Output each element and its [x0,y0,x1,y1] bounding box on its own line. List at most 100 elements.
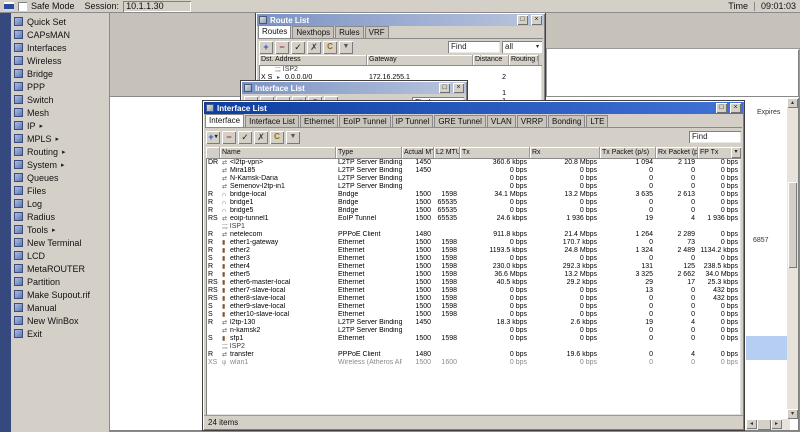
interface-row[interactable]: R ∩ bridge-local Bridge 1500 1598 34.1 Mbps 13.… [206,191,741,199]
sidebar-item-wireless[interactable]: Wireless [11,54,109,67]
sidebar-item-system[interactable]: System ▸ [11,158,109,171]
sidebar-item-quick-set[interactable]: Quick Set [11,15,109,28]
column-header-gateway[interactable]: Gateway [367,55,473,65]
disable-button[interactable]: ✗ [254,130,268,144]
sidebar-item-lcd[interactable]: LCD [11,249,109,262]
sidebar-item-mpls[interactable]: MPLS ▸ [11,132,109,145]
enable-button[interactable]: ✓ [291,40,305,54]
column-header-actual-mtu[interactable]: Actual MTU [402,147,434,158]
interface-row[interactable]: R ∩ bridge5 Bridge 1500 65535 0 bps 0 bps 0 0 0 bp… [206,207,741,215]
interface-row[interactable]: ⇄ Semenov-l2tp-in1 L2TP Server Binding 0 bp… [206,183,741,191]
filter-scope-select[interactable]: all ▾ [502,41,542,53]
selected-row[interactable] [746,344,790,352]
remove-button[interactable]: − [222,130,236,144]
sidebar-item-bridge[interactable]: Bridge [11,67,109,80]
scroll-right-icon[interactable]: ▸ [771,419,782,429]
tab-nexthops[interactable]: Nexthops [292,26,335,38]
tab-ethernet[interactable]: Ethernet [299,115,339,127]
sidebar-item-make-supout-rif[interactable]: Make Supout.rif [11,288,109,301]
interface-row[interactable]: ⇄ n-kamsk2 L2TP Server Binding 0 bps 0 bps 0 0… [206,327,741,335]
sidebar-item-ppp[interactable]: PPP [11,80,109,93]
sidebar-item-mesh[interactable]: Mesh [11,106,109,119]
winbox-menu-icon[interactable] [4,1,14,11]
disable-button[interactable]: ✗ [307,40,321,54]
interface-row[interactable]: S ▮ ether9-slave-local Ethernet 1500 1598 0 bp… [206,303,741,311]
close-icon[interactable]: × [453,83,464,93]
comment-row[interactable]: ;;; ISP2 [259,66,542,74]
sidebar-item-manual[interactable]: Manual [11,301,109,314]
interface-row[interactable]: RS ⇄ eoip-tunnel1 EoIP Tunnel 1500 65535 24.6 … [206,215,741,223]
close-icon[interactable]: × [531,15,542,25]
interface-row[interactable]: R ▮ ether1-gateway Ethernet 1500 1598 0 bps 170… [206,239,741,247]
sidebar-item-ip[interactable]: IP ▸ [11,119,109,132]
comment-button[interactable]: C [323,40,337,54]
session-select[interactable]: 10.1.1.30 [123,0,192,12]
interface-row[interactable]: RS ▮ ether6-master-local Ethernet 1500 1598 40… [206,279,741,287]
sidebar-item-routing[interactable]: Routing ▸ [11,145,109,158]
column-header-tx[interactable]: Tx [460,147,530,158]
add-button[interactable]: + [259,40,273,54]
interface-list-small-titlebar[interactable]: Interface List □ × [242,82,466,94]
tab-vrf[interactable]: VRF [364,26,389,38]
sidebar-item-log[interactable]: Log [11,197,109,210]
column-header-routing-mark[interactable]: Routing Mark [509,55,539,65]
scroll-down-icon[interactable]: ▾ [787,409,798,419]
column-header-distance[interactable]: Distance [473,55,509,65]
tab-interface-list[interactable]: Interface List [245,115,299,127]
interface-row[interactable]: S ▮ ether3 Ethernet 1500 1598 0 bps 0 bps 0 0 0 bp… [206,255,741,263]
scroll-left-icon[interactable]: ◂ [746,419,757,429]
interface-row[interactable]: S ▮ sfp1 Ethernet 1500 1598 0 bps 0 bps 0 0 0 bps [206,335,741,343]
sidebar-item-queues[interactable]: Queues [11,171,109,184]
interface-row[interactable]: R ⇄ transfer PPPoE Client 1480 0 bps 19.6 kbps… [206,351,741,359]
sidebar-item-radius[interactable]: Radius [11,210,109,223]
interface-row[interactable]: R ⇄ netelecom PPPoE Client 1480 911.8 kbps 21.… [206,231,741,239]
interface-row[interactable]: RS ▮ ether8-slave-local Ethernet 1500 1598 0 b… [206,295,741,303]
find-input[interactable]: Find [689,131,741,143]
interface-row[interactable]: ⇄ Mira185 L2TP Server Binding 1450 0 bps 0 bp… [206,167,741,175]
vertical-scrollbar[interactable]: ▴ ▾ [787,98,798,419]
tab-vlan[interactable]: VLAN [486,115,516,127]
sidebar-item-metarouter[interactable]: MetaROUTER [11,262,109,275]
tab-lte[interactable]: LTE [586,115,609,127]
selected-row[interactable] [746,352,790,360]
horizontal-scrollbar[interactable]: ◂ ▸ [746,419,790,430]
enable-button[interactable]: ✓ [238,130,252,144]
route-list-titlebar[interactable]: Route List □ × [257,14,544,26]
add-button[interactable]: +▾ [206,130,220,144]
interface-row[interactable]: R ▮ ether2 Ethernet 1500 1598 1193.5 kbps 24.8 … [206,247,741,255]
maximize-button[interactable]: □ [439,83,450,93]
filter-button[interactable]: ▼ [339,40,353,54]
tab-routes[interactable]: Routes [258,25,292,38]
column-header-type[interactable]: Type [336,147,402,158]
tab-interface[interactable]: Interface [205,114,245,127]
comment-row[interactable]: ;;; ISP1 [206,223,741,231]
sidebar-item-capsman[interactable]: CAPsMAN [11,28,109,41]
interface-row[interactable]: S ▮ ether10-slave-local Ethernet 1500 1598 0 b… [206,311,741,319]
interface-row[interactable]: ⇄ N-Kamsk-Daria L2TP Server Binding 0 bps 0 … [206,175,741,183]
sidebar-item-tools[interactable]: Tools ▸ [11,223,109,236]
interface-row[interactable]: R ∩ bridge1 Bridge 1500 65535 0 bps 0 bps 0 0 0 bp… [206,199,741,207]
sidebar-item-new-terminal[interactable]: New Terminal [11,236,109,249]
tab-gre-tunnel[interactable]: GRE Tunnel [434,115,486,127]
interface-row[interactable]: RS ▮ ether7-slave-local Ethernet 1500 1598 0 b… [206,287,741,295]
interface-list-titlebar[interactable]: Interface List □ × [204,102,743,114]
sidebar-item-interfaces[interactable]: Interfaces [11,41,109,54]
tab-eoip-tunnel[interactable]: EoIP Tunnel [339,115,391,127]
safe-mode-checkbox[interactable] [18,1,27,11]
find-input[interactable]: Find [448,41,500,53]
column-header-flags[interactable] [206,147,220,158]
scroll-up-icon[interactable]: ▴ [787,98,798,108]
sidebar-item-files[interactable]: Files [11,184,109,197]
sidebar-item-switch[interactable]: Switch [11,93,109,106]
scrollbar-thumb[interactable] [788,182,797,268]
sidebar-item-partition[interactable]: Partition [11,275,109,288]
column-header-name[interactable]: Name [220,147,336,158]
close-icon[interactable]: × [730,103,741,113]
remove-button[interactable]: − [275,40,289,54]
column-header-l2-mtu[interactable]: L2 MTU [434,147,460,158]
maximize-button[interactable]: □ [517,15,528,25]
interface-row[interactable]: R ⇄ l2tp-130 L2TP Server Binding 1450 18.3 kb… [206,319,741,327]
filter-button[interactable]: ▼ [286,130,300,144]
column-selector-icon[interactable]: ▾ [731,147,741,158]
column-header-dst-address[interactable]: Dst. Address [259,55,367,65]
